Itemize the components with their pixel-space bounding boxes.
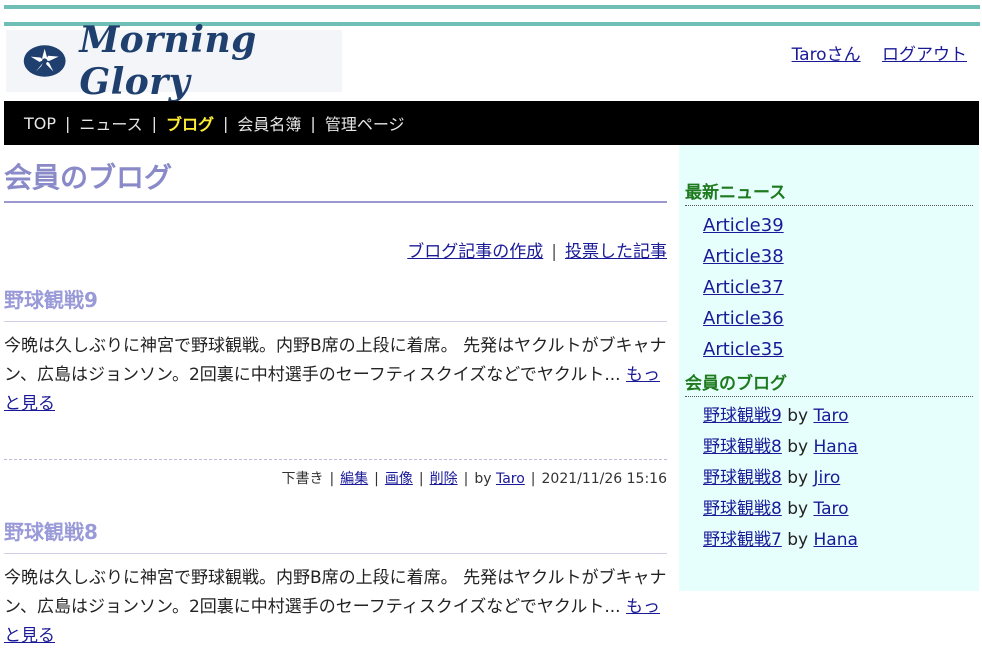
news-link[interactable]: Article38 — [703, 246, 784, 267]
blog-list-item: 野球観戦8 by Taro — [703, 494, 979, 525]
post-status: 下書き — [281, 470, 324, 487]
blog-title-link[interactable]: 野球観戦8 — [703, 468, 782, 488]
news-link[interactable]: Article37 — [703, 277, 784, 298]
member-blog-heading: 会員のブログ — [685, 369, 973, 397]
nav-item-news[interactable]: ニュース — [79, 111, 142, 135]
news-list-item: Article35 — [703, 334, 979, 365]
post-excerpt: 今晩は久しぶりに神宮で野球観戦。内野B席の上段に着席。 先発はヤクルトがブキャナ… — [4, 332, 667, 419]
news-list-item: Article36 — [703, 303, 979, 334]
latest-news-list: Article39 Article38 Article37 Article36 … — [679, 210, 979, 365]
blog-list-item: 野球観戦9 by Taro — [703, 401, 979, 432]
post-datetime: 2021/11/26 15:16 — [541, 470, 668, 487]
member-blog-list: 野球観戦9 by Taro 野球観戦8 by Hana 野球観戦8 by Jir… — [679, 401, 979, 556]
main-nav: TOP | ニュース | ブログ | 会員名簿 | 管理ページ — [4, 101, 979, 145]
by-label: by — [787, 437, 809, 457]
edit-post-link[interactable]: 編集 — [340, 471, 368, 487]
morning-glory-flower-icon — [23, 45, 66, 77]
blog-title-link[interactable]: 野球観戦8 — [703, 437, 782, 457]
post-title[interactable]: 野球観戦8 — [4, 516, 667, 554]
blog-author-link[interactable]: Hana — [814, 530, 858, 550]
blog-list-item: 野球観戦7 by Hana — [703, 525, 979, 556]
blog-list-item: 野球観戦8 by Hana — [703, 432, 979, 463]
blog-title-link[interactable]: 野球観戦7 — [703, 530, 782, 550]
news-list-item: Article39 — [703, 210, 979, 241]
news-list-item: Article38 — [703, 241, 979, 272]
blog-list-item: 野球観戦8 by Jiro — [703, 463, 979, 494]
top-accent-bar — [4, 5, 980, 9]
post-excerpt: 今晩は久しぶりに神宮で野球観戦。内野B席の上段に着席。 先発はヤクルトがブキャナ… — [4, 564, 667, 651]
blog-post: 野球観戦8 今晩は久しぶりに神宮で野球観戦。内野B席の上段に着席。 先発はヤクル… — [4, 516, 667, 651]
logo-text: Morning Glory — [79, 19, 257, 103]
blog-actions: ブログ記事の作成 | 投票した記事 — [4, 237, 667, 262]
nav-item-members[interactable]: 会員名簿 — [237, 111, 301, 135]
by-label: by — [787, 406, 809, 426]
post-image-link[interactable]: 画像 — [385, 471, 413, 487]
logout-link[interactable]: ログアウト — [882, 45, 967, 65]
voted-posts-link[interactable]: 投票した記事 — [565, 242, 667, 262]
blog-author-link[interactable]: Hana — [814, 437, 858, 457]
user-profile-link[interactable]: Taroさん — [792, 45, 861, 65]
blog-post: 野球観戦9 今晩は久しぶりに神宮で野球観戦。内野B席の上段に着席。 先発はヤクル… — [4, 284, 667, 488]
news-link[interactable]: Article36 — [703, 308, 784, 329]
delete-post-link[interactable]: 削除 — [430, 471, 458, 487]
post-excerpt-text: 今晩は久しぶりに神宮で野球観戦。内野B席の上段に着席。 先発はヤクルトがブキャナ… — [4, 567, 667, 617]
nav-item-blog[interactable]: ブログ — [166, 111, 214, 135]
user-links: Taroさん ログアウト — [776, 40, 967, 65]
blog-author-link[interactable]: Taro — [814, 499, 849, 519]
post-by-label: by — [474, 470, 492, 487]
nav-separator: | — [65, 113, 71, 133]
latest-news-heading: 最新ニュース — [685, 178, 973, 206]
by-label: by — [787, 499, 809, 519]
blog-author-link[interactable]: Taro — [814, 406, 849, 426]
page-title: 会員のブログ — [4, 161, 667, 203]
create-post-link[interactable]: ブログ記事の作成 — [407, 242, 543, 262]
action-separator: | — [551, 241, 557, 262]
post-title[interactable]: 野球観戦9 — [4, 284, 667, 322]
post-excerpt-text: 今晩は久しぶりに神宮で野球観戦。内野B席の上段に着席。 先発はヤクルトがブキャナ… — [4, 335, 667, 385]
blog-author-link[interactable]: Jiro — [814, 468, 841, 488]
post-author-link[interactable]: Taro — [496, 471, 525, 487]
post-meta: 下書き | 編集 | 画像 | 削除 | by Taro | 2021/11/26 15:16 — [4, 458, 668, 488]
nav-separator: | — [310, 113, 316, 133]
by-label: by — [787, 468, 809, 488]
nav-item-top[interactable]: TOP — [24, 114, 56, 133]
blog-title-link[interactable]: 野球観戦8 — [703, 499, 782, 519]
nav-separator: | — [223, 113, 229, 133]
sidebar: 最新ニュース Article39 Article38 Article37 Art… — [679, 145, 979, 591]
nav-item-admin[interactable]: 管理ページ — [325, 111, 405, 135]
news-list-item: Article37 — [703, 272, 979, 303]
site-logo[interactable]: Morning Glory — [6, 19, 342, 103]
blog-title-link[interactable]: 野球観戦9 — [703, 406, 782, 426]
by-label: by — [787, 530, 809, 550]
news-link[interactable]: Article39 — [703, 215, 784, 236]
nav-separator: | — [151, 113, 157, 133]
main-content: 会員のブログ ブログ記事の作成 | 投票した記事 野球観戦9 今晩は久しぶりに神宮で… — [4, 145, 667, 651]
news-link[interactable]: Article35 — [703, 339, 784, 360]
